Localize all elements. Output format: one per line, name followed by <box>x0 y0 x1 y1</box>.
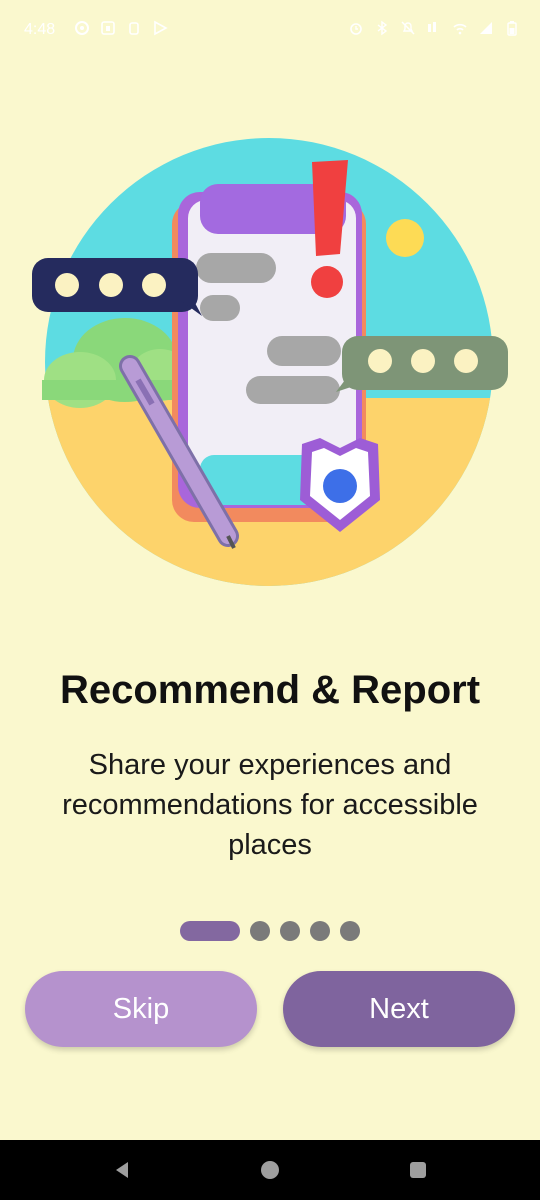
onboarding-illustration <box>32 138 508 586</box>
page-description: Share your experiences and recommendatio… <box>62 749 478 861</box>
status-time: 4:48 <box>24 21 56 38</box>
next-button[interactable]: Next <box>283 971 515 1047</box>
signal-icon <box>480 22 492 34</box>
home-icon[interactable] <box>260 1160 280 1180</box>
speech-bubble-green-icon <box>336 336 508 392</box>
settings-icon <box>75 21 89 35</box>
lock-icon <box>129 22 139 35</box>
page-dot <box>250 921 270 941</box>
bluetooth-icon <box>377 20 388 36</box>
page-dot-active <box>180 921 240 941</box>
calendar-icon <box>101 21 115 35</box>
mute-icon <box>401 21 415 35</box>
back-icon[interactable] <box>112 1160 132 1180</box>
page-indicator <box>180 920 360 942</box>
recents-icon[interactable] <box>408 1160 428 1180</box>
page-dot <box>280 921 300 941</box>
speech-bubble-dark-icon <box>32 258 202 316</box>
skip-button[interactable]: Skip <box>25 971 257 1047</box>
status-bar: 4:48 <box>0 0 540 62</box>
page-dot <box>310 921 330 941</box>
wifi-icon <box>453 23 467 35</box>
navigation-bar <box>0 1140 540 1200</box>
data-icon <box>428 22 436 32</box>
battery-icon <box>507 21 517 36</box>
play-store-icon <box>154 20 168 36</box>
page-title: Recommend & Report <box>59 668 481 712</box>
alarm-icon <box>350 23 362 35</box>
page-dot <box>340 921 360 941</box>
